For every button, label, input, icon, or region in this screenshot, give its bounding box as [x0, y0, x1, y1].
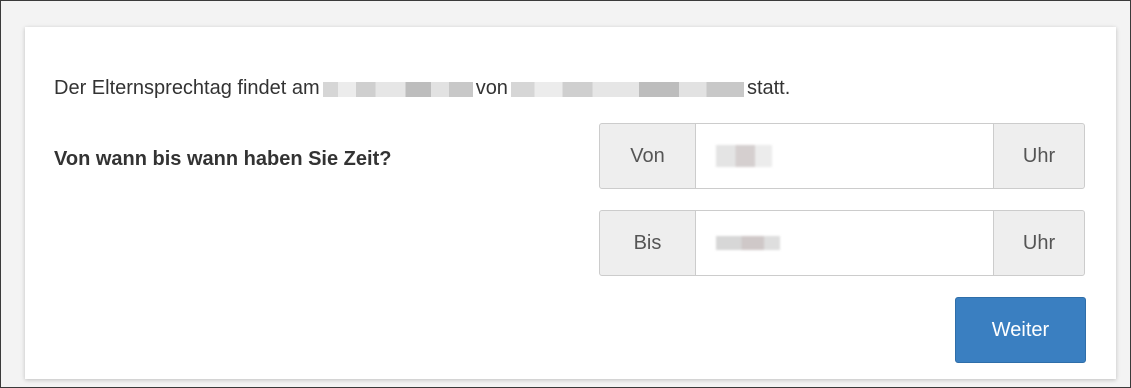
- to-time-input-group: Bis Uhr: [599, 210, 1085, 276]
- intro-suffix: statt.: [746, 77, 791, 99]
- availability-question: Von wann bis wann haben Sie Zeit?: [54, 148, 392, 170]
- weiter-button[interactable]: Weiter: [955, 297, 1086, 363]
- from-time-redacted-value: [716, 145, 772, 167]
- redacted-date: [322, 82, 473, 97]
- intro-text: Der Elternsprechtag findet am von statt.: [54, 77, 790, 100]
- intro-prefix: Der Elternsprechtag findet am: [54, 77, 320, 99]
- to-time-input[interactable]: [696, 210, 993, 276]
- from-prefix-addon: Von: [599, 123, 696, 189]
- to-suffix-addon: Uhr: [993, 210, 1085, 276]
- intro-middle: von: [475, 77, 508, 99]
- from-time-input[interactable]: [696, 123, 993, 189]
- to-prefix-addon: Bis: [599, 210, 696, 276]
- screenshot-frame: Der Elternsprechtag findet am von statt.…: [0, 0, 1131, 388]
- form-card: Der Elternsprechtag findet am von statt.…: [25, 27, 1116, 379]
- from-suffix-addon: Uhr: [993, 123, 1085, 189]
- redacted-time-range: [510, 82, 744, 97]
- to-time-redacted-value: [716, 236, 780, 250]
- from-time-input-group: Von Uhr: [599, 123, 1085, 189]
